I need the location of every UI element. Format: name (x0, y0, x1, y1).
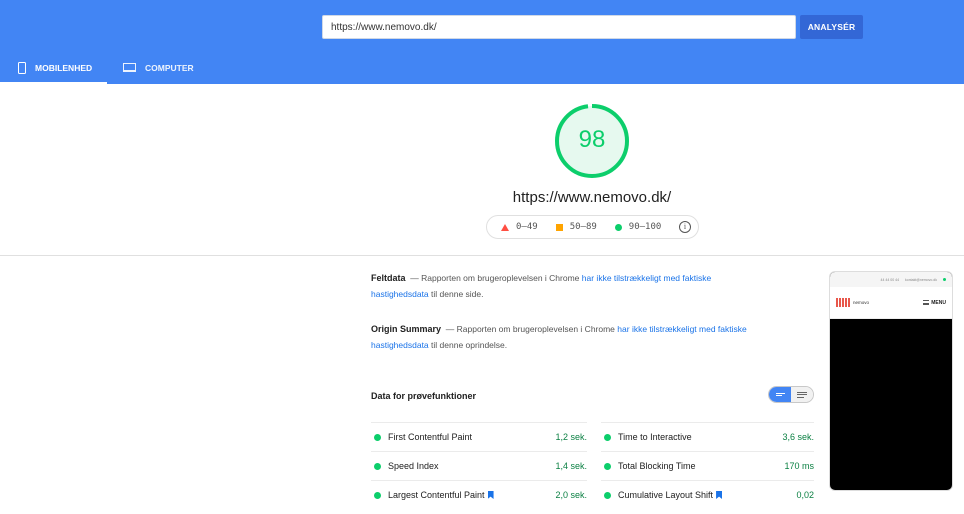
legend-pass: 90–100 (614, 222, 662, 232)
field-data-text-after: til denne side. (431, 289, 484, 299)
expanded-view-button[interactable] (791, 387, 813, 402)
legend-average: 50–89 (555, 222, 597, 232)
green-circle-icon (614, 223, 622, 231)
preview-header: nemovo MENU (830, 287, 952, 319)
metric-value: 1,2 sek. (555, 432, 587, 442)
legend-average-label: 50–89 (569, 222, 597, 232)
metrics-view-toggle (768, 386, 814, 403)
metric-value: 2,0 sek. (555, 490, 587, 500)
tab-mobile-label: MOBILENHED (35, 63, 93, 73)
lab-data-title: Data for prøvefunktioner (371, 391, 477, 401)
orange-square-icon (555, 223, 563, 231)
pass-dot-icon (604, 433, 611, 441)
score-legend: 0–49 50–89 90–100 i (486, 215, 699, 239)
analyze-button[interactable]: ANALYSÉR (800, 15, 863, 39)
pass-dot-icon (604, 462, 611, 470)
metric-name: Time to Interactive (618, 432, 782, 442)
bookmark-icon (487, 491, 494, 499)
mobile-screenshot-preview: 44 44 00 44 kontakt@nemovo.dk nemovo MEN… (829, 271, 953, 491)
top-bar: ANALYSÉR MOBILENHED COMPUTER (0, 0, 964, 84)
metric-value: 0,02 (796, 490, 814, 500)
origin-summary-text-after: til denne oprindelse. (431, 340, 508, 350)
bookmark-icon (716, 491, 723, 499)
preview-logo-text: nemovo (853, 300, 870, 305)
pass-dot-icon (374, 462, 381, 470)
red-triangle-icon (501, 223, 509, 231)
tab-computer[interactable]: COMPUTER (123, 54, 213, 84)
hamburger-icon (923, 300, 930, 305)
field-data-section: Feltdata — Rapporten om brugeroplevelsen… (371, 270, 771, 302)
info-icon[interactable]: i (679, 221, 691, 233)
short-lines-icon (775, 392, 785, 397)
metric-name: First Contentful Paint (388, 432, 555, 442)
logo-bars-icon (836, 298, 850, 307)
metric-name: Speed Index (388, 461, 555, 471)
metric-row: Total Blocking Time 170 ms (601, 451, 814, 480)
analyzed-url: https://www.nemovo.dk/ (512, 189, 672, 206)
origin-summary-section: Origin Summary — Rapporten om brugerople… (371, 321, 771, 353)
url-input[interactable] (322, 15, 796, 39)
legend-pass-label: 90–100 (628, 222, 662, 232)
mobile-phone-icon (18, 62, 26, 74)
legend-fail-label: 0–49 (516, 222, 538, 232)
tab-mobile[interactable]: MOBILENHED (0, 54, 107, 84)
metric-name-text: Total Blocking Time (618, 461, 696, 471)
preview-logo: nemovo (836, 298, 869, 307)
performance-score: 98 (578, 126, 606, 153)
laptop-icon (123, 63, 136, 72)
legend-fail: 0–49 (501, 222, 538, 232)
preview-top-bar: 44 44 00 44 kontakt@nemovo.dk (830, 272, 952, 287)
metric-name: Largest Contentful Paint (388, 490, 555, 500)
pass-dot-icon (374, 491, 381, 499)
metric-value: 170 ms (784, 461, 814, 471)
metric-name: Total Blocking Time (618, 461, 784, 471)
metric-name-text: Largest Contentful Paint (388, 490, 485, 500)
list-lines-icon (797, 391, 807, 398)
status-dot-icon (943, 278, 946, 281)
pass-dot-icon (374, 433, 381, 441)
metric-value: 3,6 sek. (782, 432, 814, 442)
section-divider (0, 255, 964, 256)
metric-row: Cumulative Layout Shift 0,02 (601, 480, 814, 509)
metric-row: Time to Interactive 3,6 sek. (601, 422, 814, 451)
field-data-title: Feltdata (371, 273, 406, 283)
metric-row: Speed Index 1,4 sek. (371, 451, 587, 480)
preview-menu: MENU (923, 300, 946, 306)
origin-summary-text: — Rapporten om brugeroplevelsen i Chrome (445, 324, 615, 334)
summary-view-button[interactable] (769, 387, 791, 402)
metric-name: Cumulative Layout Shift (618, 490, 796, 500)
metric-row: Largest Contentful Paint 2,0 sek. (371, 480, 587, 509)
tab-computer-label: COMPUTER (145, 63, 194, 73)
metric-name-text: First Contentful Paint (388, 432, 473, 442)
field-data-text: — Rapporten om brugeroplevelsen i Chrome (410, 273, 580, 283)
pass-dot-icon (604, 491, 611, 499)
metric-name-text: Cumulative Layout Shift (618, 490, 714, 500)
metric-value: 1,4 sek. (555, 461, 587, 471)
preview-phone-text: 44 44 00 44 (880, 277, 900, 282)
metric-name-text: Speed Index (388, 461, 439, 471)
preview-menu-label: MENU (931, 299, 946, 306)
preview-email-text: kontakt@nemovo.dk (905, 277, 937, 282)
origin-summary-title: Origin Summary (371, 324, 442, 334)
metric-row: First Contentful Paint 1,2 sek. (371, 422, 587, 451)
metric-name-text: Time to Interactive (618, 432, 692, 442)
